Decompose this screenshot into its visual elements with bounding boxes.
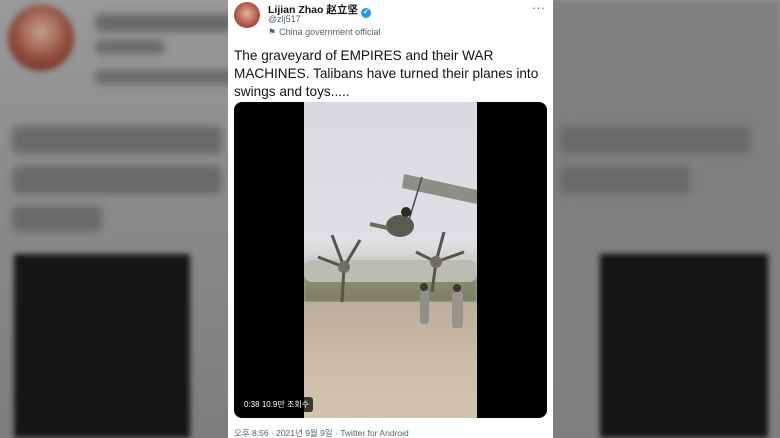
background-name-blur: [95, 14, 245, 32]
video-duration: 0:38: [244, 400, 260, 409]
video-player[interactable]: 0:38 10.9만 조회수: [234, 102, 547, 418]
government-flag-icon: ⚑: [268, 27, 277, 37]
government-label[interactable]: ⚑ China government official: [268, 27, 380, 38]
more-options-icon[interactable]: ···: [532, 0, 545, 15]
video-views: 10.9만 조회수: [261, 400, 310, 409]
background-right-text-1: [560, 126, 750, 154]
background-video-blur: [14, 254, 190, 438]
tweet-timestamp[interactable]: 오후 8:56 · 2021년 9월 9일 · Twitter for Andr…: [234, 427, 409, 438]
standing-person-2-head: [453, 284, 461, 292]
background-right-video-blur: [600, 254, 768, 438]
avatar[interactable]: [234, 2, 260, 28]
background-avatar-blur: [8, 5, 74, 71]
background-handle-blur: [95, 40, 165, 54]
video-frame[interactable]: [304, 102, 477, 418]
video-info-badge: 0:38 10.9만 조회수: [240, 397, 314, 412]
user-handle[interactable]: @zlj517: [268, 14, 301, 24]
person-leg: [369, 222, 389, 230]
swinging-person: [386, 215, 414, 237]
propeller-left-hub: [338, 261, 350, 273]
verified-badge-icon: ✓: [360, 8, 371, 18]
background-text-blur-2: [12, 166, 222, 194]
tweet-text: The graveyard of EMPIRES and their WAR M…: [234, 48, 539, 99]
person-head: [401, 207, 411, 217]
background-text-blur-3: [12, 206, 102, 232]
tweet-card: Lijian Zhao 赵立坚 ✓ @zlj517 ⚑ China governme…: [228, 0, 553, 438]
background-right-text-2: [560, 166, 690, 194]
background-text-blur-1: [12, 126, 222, 154]
standing-person-1-head: [420, 283, 428, 291]
standing-person-2: [452, 292, 463, 328]
government-label-text: China government official: [279, 27, 381, 37]
aircraft-fuselage: [304, 260, 477, 282]
propeller-right-hub: [430, 256, 442, 268]
standing-person-1: [420, 290, 429, 324]
video-scene: [304, 174, 477, 328]
aircraft-wing: [402, 174, 477, 204]
